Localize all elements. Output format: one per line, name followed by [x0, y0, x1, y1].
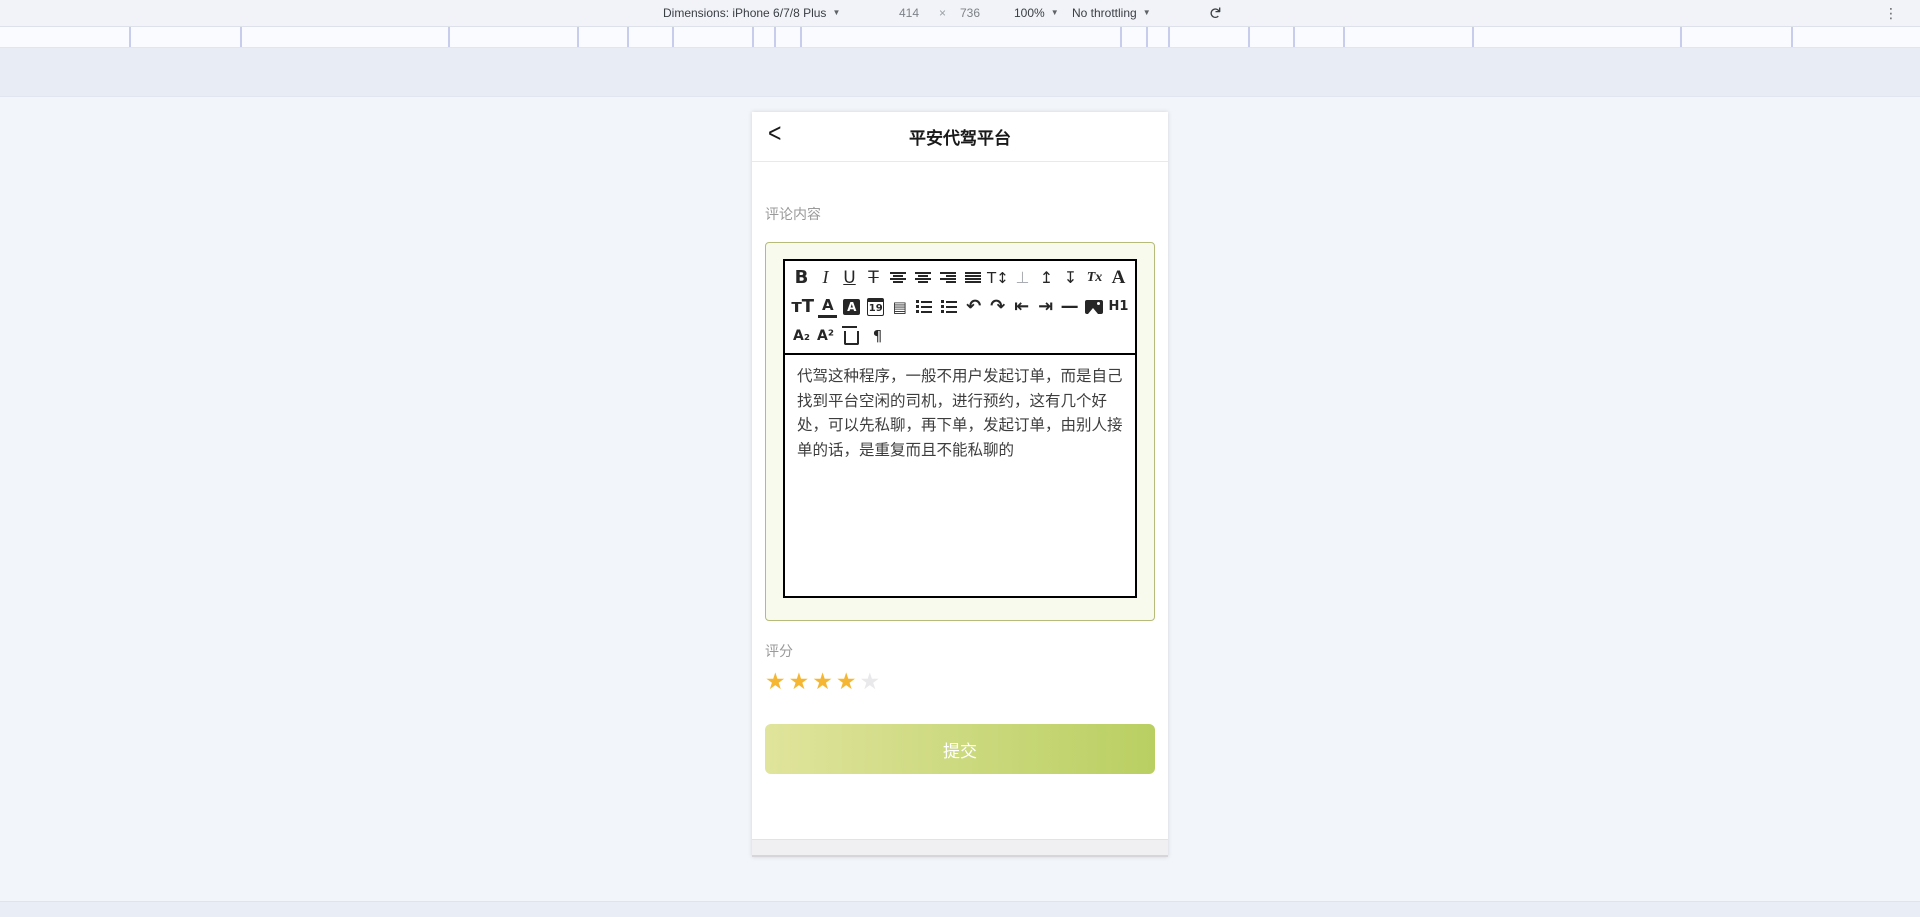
more-options-icon[interactable]: ⋮	[1884, 0, 1898, 26]
breakpoint-tick	[129, 27, 131, 47]
align-right-icon[interactable]	[939, 271, 956, 284]
h1-icon[interactable]: H1	[1109, 294, 1129, 320]
star-3-icon[interactable]: ★	[812, 670, 833, 693]
ordered-list-icon[interactable]	[916, 300, 933, 313]
viewport-bottom-band	[0, 901, 1920, 917]
devtools-device-toolbar: Dimensions: iPhone 6/7/8 Plus ▼ 414 × 73…	[0, 0, 1920, 27]
submit-button[interactable]: 提交	[765, 724, 1155, 774]
breakpoint-tick	[1146, 27, 1148, 47]
editor-wrapper: B I U T T↕ ⊥ ↥ ↧ Tx A ᴛT A A 19 ▤ ↶ ↷ ⇤ ⇥ — H1 A₂ A² ¶ 代驾这种程序…	[765, 242, 1155, 621]
breakpoint-tick	[1168, 27, 1170, 47]
outdent-icon[interactable]: ⇤	[1012, 294, 1031, 320]
toolbar-row-1: B I U T T↕ ⊥ ↥ ↧ Tx A	[792, 263, 1128, 292]
chevron-down-icon: ▼	[832, 8, 841, 17]
app-header: < 平安代驾平台	[752, 112, 1168, 162]
device-selector[interactable]: Dimensions: iPhone 6/7/8 Plus ▼	[663, 0, 840, 26]
italic-icon[interactable]: I	[816, 265, 835, 291]
image-icon[interactable]	[1085, 299, 1103, 314]
breakpoint-tick	[240, 27, 242, 47]
back-icon[interactable]: <	[768, 120, 781, 146]
date-icon[interactable]: 19	[867, 297, 885, 316]
align-left-icon[interactable]	[890, 271, 906, 284]
star-1-icon[interactable]: ★	[765, 670, 786, 693]
unordered-list-icon[interactable]	[941, 300, 958, 313]
superscript-icon[interactable]: A²	[816, 323, 835, 349]
rating-label: 评分	[765, 643, 793, 659]
subscript-icon[interactable]: A₂	[792, 323, 811, 349]
breakpoint-tick	[672, 27, 674, 47]
text-height-icon[interactable]: T↕	[987, 265, 1009, 291]
background-color-icon[interactable]: A	[843, 298, 861, 315]
page-title: 平安代驾平台	[909, 129, 1011, 148]
align-center-icon[interactable]	[914, 271, 931, 284]
toolbar-row-2: ᴛT A A 19 ▤ ↶ ↷ ⇤ ⇥ — H1	[791, 292, 1129, 321]
indent-icon[interactable]: ⇥	[1036, 294, 1055, 320]
media-query-ruler	[0, 27, 1920, 48]
breakpoint-tick	[627, 27, 629, 47]
zoom-selector[interactable]: 100% ▼	[1014, 0, 1059, 26]
zoom-value: 100%	[1014, 6, 1045, 20]
breakpoint-tick	[1248, 27, 1250, 47]
throttling-value: No throttling	[1072, 6, 1137, 20]
clipboard-icon[interactable]: ▤	[890, 294, 909, 320]
paragraph-icon[interactable]: ¶	[868, 323, 887, 349]
viewport-top-band	[0, 48, 1920, 97]
font-size-icon[interactable]: ᴛT	[791, 294, 814, 320]
breakpoint-tick	[800, 27, 802, 47]
star-2-icon[interactable]: ★	[789, 670, 810, 693]
device-viewport: < 平安代驾平台 评论内容 B I U T T↕ ⊥ ↥ ↧ Tx A ᴛT A A 19 ▤ ↶ ↷ ⇤ ⇥ — H…	[752, 112, 1168, 857]
spacing-before-icon[interactable]: ↥	[1037, 265, 1056, 291]
redo-icon[interactable]: ↷	[988, 294, 1007, 320]
viewport-height-field[interactable]: 736	[960, 0, 980, 26]
editor-toolbar: B I U T T↕ ⊥ ↥ ↧ Tx A ᴛT A A 19 ▤ ↶ ↷ ⇤ ⇥ — H1 A₂ A² ¶	[785, 261, 1135, 355]
align-justify-icon[interactable]	[964, 271, 981, 284]
breakpoint-tick	[774, 27, 776, 47]
chevron-down-icon: ▼	[1142, 8, 1151, 17]
horizontal-rule-icon[interactable]: —	[1060, 294, 1079, 320]
page-content: 评论内容 B I U T T↕ ⊥ ↥ ↧ Tx A ᴛT A A 19 ▤ ↶ ↷ ⇤ ⇥ — H1 A₂ A² ¶ 代…	[752, 204, 1168, 774]
trash-icon[interactable]	[842, 326, 859, 345]
viewport-width-field[interactable]: 414	[899, 0, 919, 26]
star-4-icon[interactable]: ★	[836, 670, 857, 693]
breakpoint-tick	[448, 27, 450, 47]
font-family-icon[interactable]: A	[1109, 265, 1128, 291]
rating-stars: ★ ★ ★ ★ ★	[765, 670, 1155, 693]
breakpoint-tick	[1472, 27, 1474, 47]
breakpoint-tick	[1293, 27, 1295, 47]
rich-text-editor: B I U T T↕ ⊥ ↥ ↧ Tx A ᴛT A A 19 ▤ ↶ ↷ ⇤ ⇥ — H1 A₂ A² ¶ 代驾这种程序…	[783, 259, 1137, 598]
breakpoint-tick	[1680, 27, 1682, 47]
undo-icon[interactable]: ↶	[964, 294, 983, 320]
breakpoint-tick	[1343, 27, 1345, 47]
throttling-selector[interactable]: No throttling ▼	[1072, 0, 1151, 26]
font-color-icon[interactable]: A	[818, 296, 838, 318]
app-footer	[752, 839, 1168, 857]
device-selector-label: Dimensions: iPhone 6/7/8 Plus	[663, 6, 827, 20]
breakpoint-tick	[1791, 27, 1793, 47]
toolbar-row-3: A₂ A² ¶	[792, 321, 1128, 350]
breakpoint-tick	[752, 27, 754, 47]
spacing-after-icon[interactable]: ↧	[1061, 265, 1080, 291]
comment-label: 评论内容	[765, 206, 821, 222]
clear-format-icon[interactable]: Tx	[1085, 265, 1104, 291]
breakpoint-tick	[577, 27, 579, 47]
breakpoint-tick	[1120, 27, 1122, 47]
dimensions-multiply-sign: ×	[939, 6, 947, 20]
strikethrough-icon[interactable]: T	[864, 265, 883, 291]
rotate-viewport-icon[interactable]: ↻	[1202, 6, 1228, 19]
editor-content[interactable]: 代驾这种程序，一般不用户发起订单，而是自己找到平台空闲的司机，进行预约，这有几个…	[785, 355, 1135, 473]
bold-icon[interactable]: B	[792, 265, 811, 291]
chevron-down-icon: ▼	[1050, 8, 1059, 17]
underline-icon[interactable]: U	[840, 265, 859, 291]
star-5-icon[interactable]: ★	[860, 670, 881, 693]
vertical-align-icon[interactable]: ⊥	[1013, 265, 1032, 291]
